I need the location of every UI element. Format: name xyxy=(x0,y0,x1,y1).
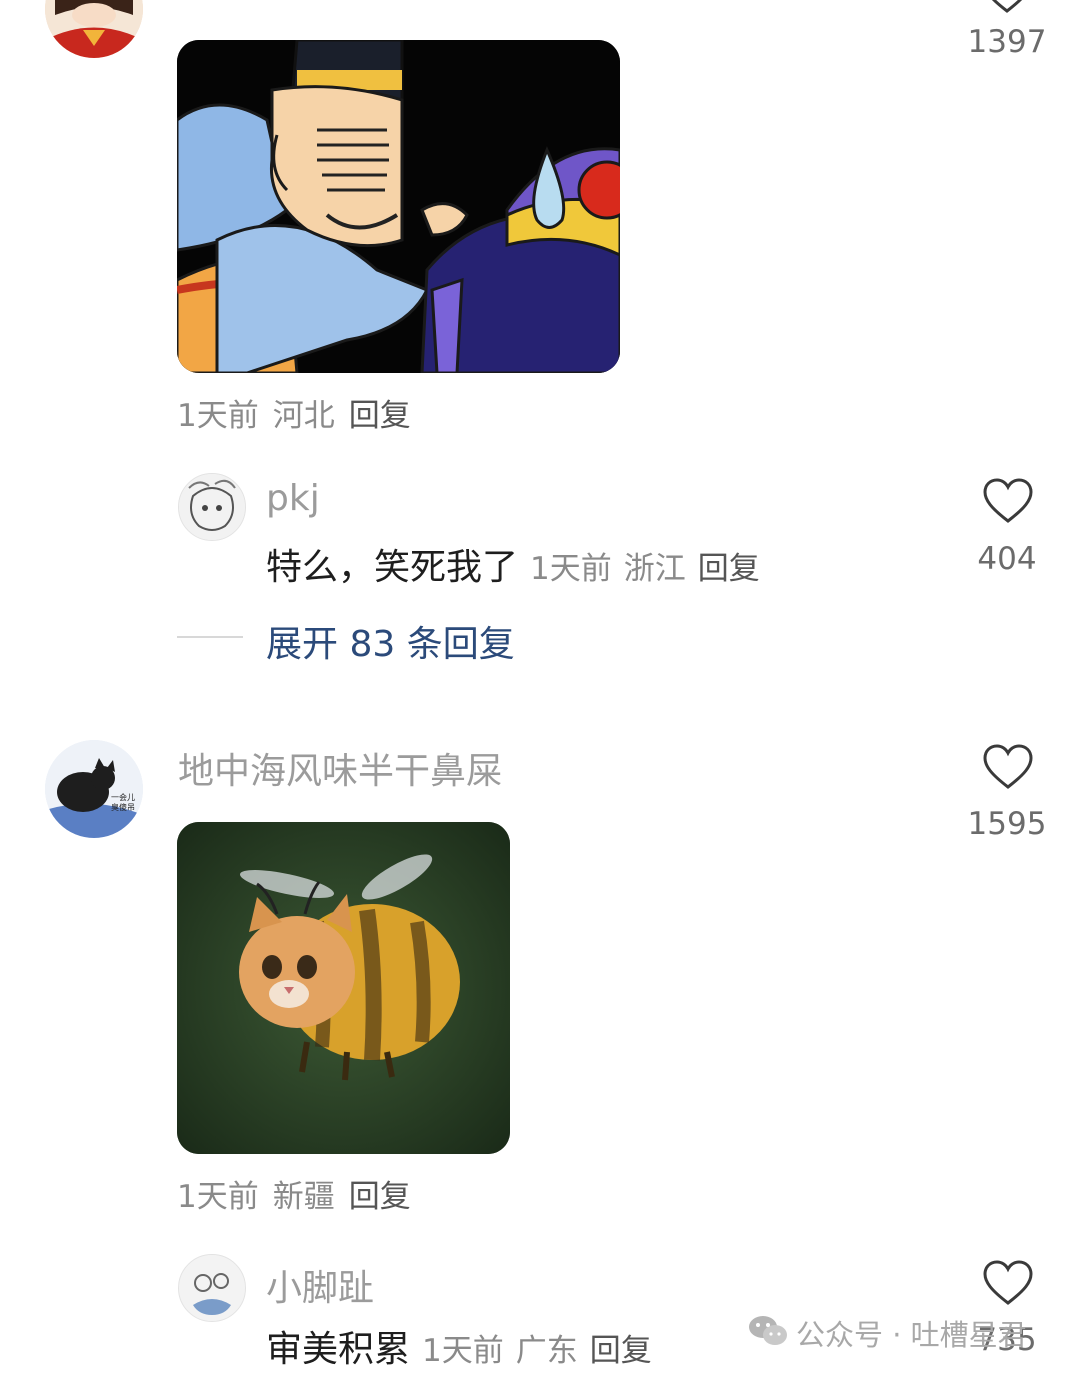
reply-button[interactable]: 回复 xyxy=(349,1179,411,1215)
bee-cat-image xyxy=(177,822,510,1154)
comment-meta: 1天前 河北 回复 xyxy=(177,390,425,435)
reply-username[interactable]: 小脚趾 xyxy=(266,1259,374,1311)
reply-location: 浙江 xyxy=(623,551,686,587)
comment-image[interactable] xyxy=(177,40,620,373)
reply-text: 审美积累 xyxy=(266,1329,411,1370)
reply-content: 审美积累 1天前 广东 回复 xyxy=(266,1320,652,1372)
watermark: 公众号 · 吐槽星君 xyxy=(748,1312,1027,1354)
comment-meta: 1天前 新疆 回复 xyxy=(177,1171,425,1216)
comment-location: 河北 xyxy=(272,398,335,434)
avatar-image xyxy=(179,1255,245,1321)
comment-image[interactable] xyxy=(177,822,510,1154)
like-heart-icon[interactable] xyxy=(982,0,1032,18)
like-heart-icon[interactable] xyxy=(983,1260,1033,1310)
comment-username[interactable]: 地中海风味半干鼻屎 xyxy=(178,742,502,794)
like-heart-icon[interactable] xyxy=(983,744,1033,794)
avatar-image xyxy=(45,0,143,58)
watermark-text: 公众号 · 吐槽星君 xyxy=(796,1318,1027,1352)
avatar[interactable] xyxy=(178,473,246,541)
reply-time: 1天前 xyxy=(422,1333,504,1369)
avatar-image: 一会儿 臭傻吊 xyxy=(45,740,143,838)
like-count: 1595 xyxy=(967,806,1047,842)
like-count: 1397 xyxy=(967,24,1047,60)
expand-divider xyxy=(177,636,243,638)
like-count: 404 xyxy=(977,541,1037,577)
reply-username[interactable]: pkj xyxy=(266,478,320,519)
comment-location: 新疆 xyxy=(272,1179,335,1215)
avatar-caption: 一会儿 xyxy=(111,792,135,802)
avatar[interactable] xyxy=(45,0,143,58)
svg-text:臭傻吊: 臭傻吊 xyxy=(111,802,135,812)
reply-button[interactable]: 回复 xyxy=(590,1333,652,1369)
avatar[interactable] xyxy=(178,1254,246,1322)
expand-replies-button[interactable]: 展开 83 条回复 xyxy=(266,615,515,667)
reply-button[interactable]: 回复 xyxy=(349,398,411,434)
reply-location: 广东 xyxy=(515,1333,578,1369)
reply-button[interactable]: 回复 xyxy=(698,551,760,587)
wechat-icon xyxy=(748,1314,788,1352)
reply-content: 特么，笑死我了 1天前 浙江 回复 xyxy=(266,538,760,590)
comment-time: 1天前 xyxy=(177,1179,259,1215)
like-heart-icon[interactable] xyxy=(983,478,1033,528)
comment-time: 1天前 xyxy=(177,398,259,434)
reply-text: 特么，笑死我了 xyxy=(266,547,519,588)
cartoon-official-image xyxy=(177,40,620,373)
avatar-image xyxy=(179,474,245,540)
avatar[interactable]: 一会儿 臭傻吊 xyxy=(45,740,143,838)
reply-time: 1天前 xyxy=(530,551,612,587)
